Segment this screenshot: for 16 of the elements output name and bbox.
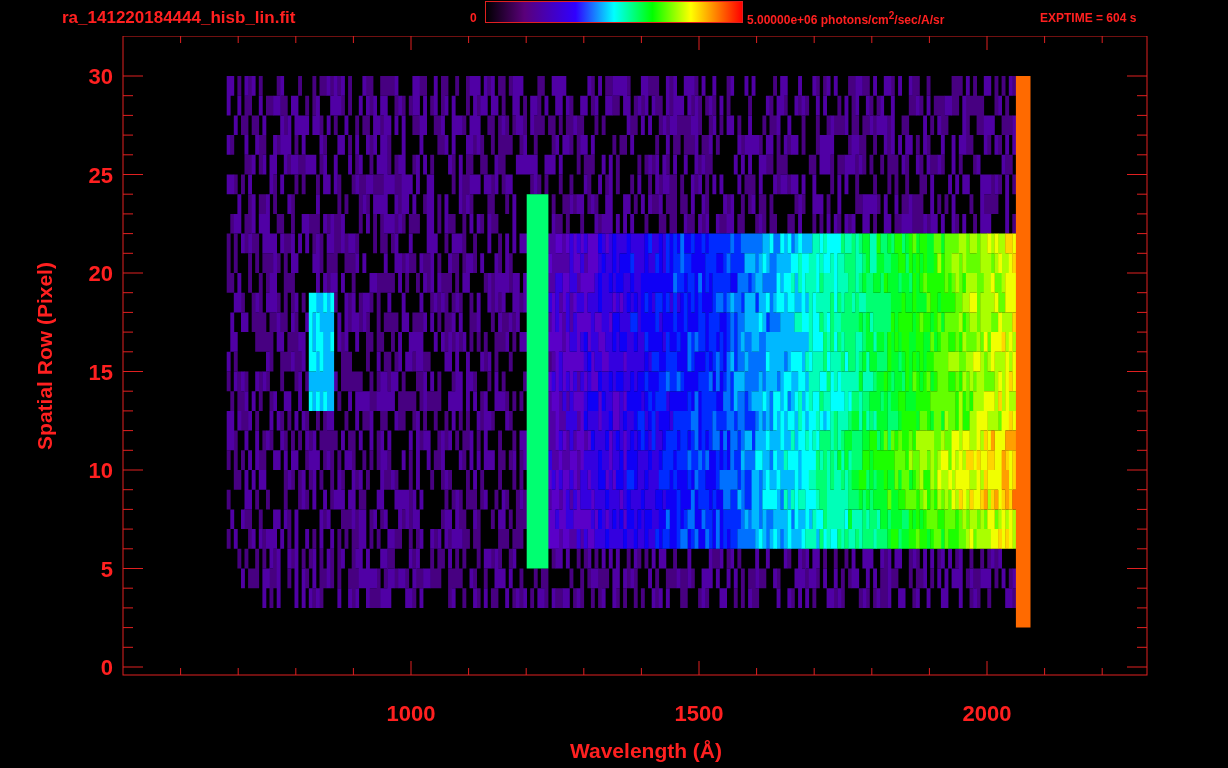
exposure-time: EXPTIME = 604 s — [1040, 11, 1137, 25]
x-axis-label: Wavelength (Å) — [569, 739, 723, 762]
colorbar-min-label: 0 — [470, 11, 478, 25]
y-tick-label: 15 — [88, 359, 113, 385]
y-tick-label: 5 — [100, 556, 113, 582]
y-axis-label: Spatial Row (Pixel) — [33, 262, 56, 450]
y-tick-label: 0 — [100, 655, 113, 680]
y-tick-label: 10 — [88, 458, 113, 483]
x-tick-label: 1000 — [386, 701, 436, 726]
colorbar-max-label: 5.00000e+06 photons/cm$^{2}$/sec/A/sr — [747, 9, 946, 27]
x-tick-label: 1500 — [674, 701, 724, 726]
y-tick-label: 20 — [88, 261, 113, 286]
y-tick-label: 25 — [88, 162, 113, 188]
x-tick-label: 2000 — [962, 701, 1012, 726]
file-title: ra_141220184444_hisb_lin.fit — [62, 8, 297, 28]
y-tick-label: 30 — [88, 64, 113, 89]
